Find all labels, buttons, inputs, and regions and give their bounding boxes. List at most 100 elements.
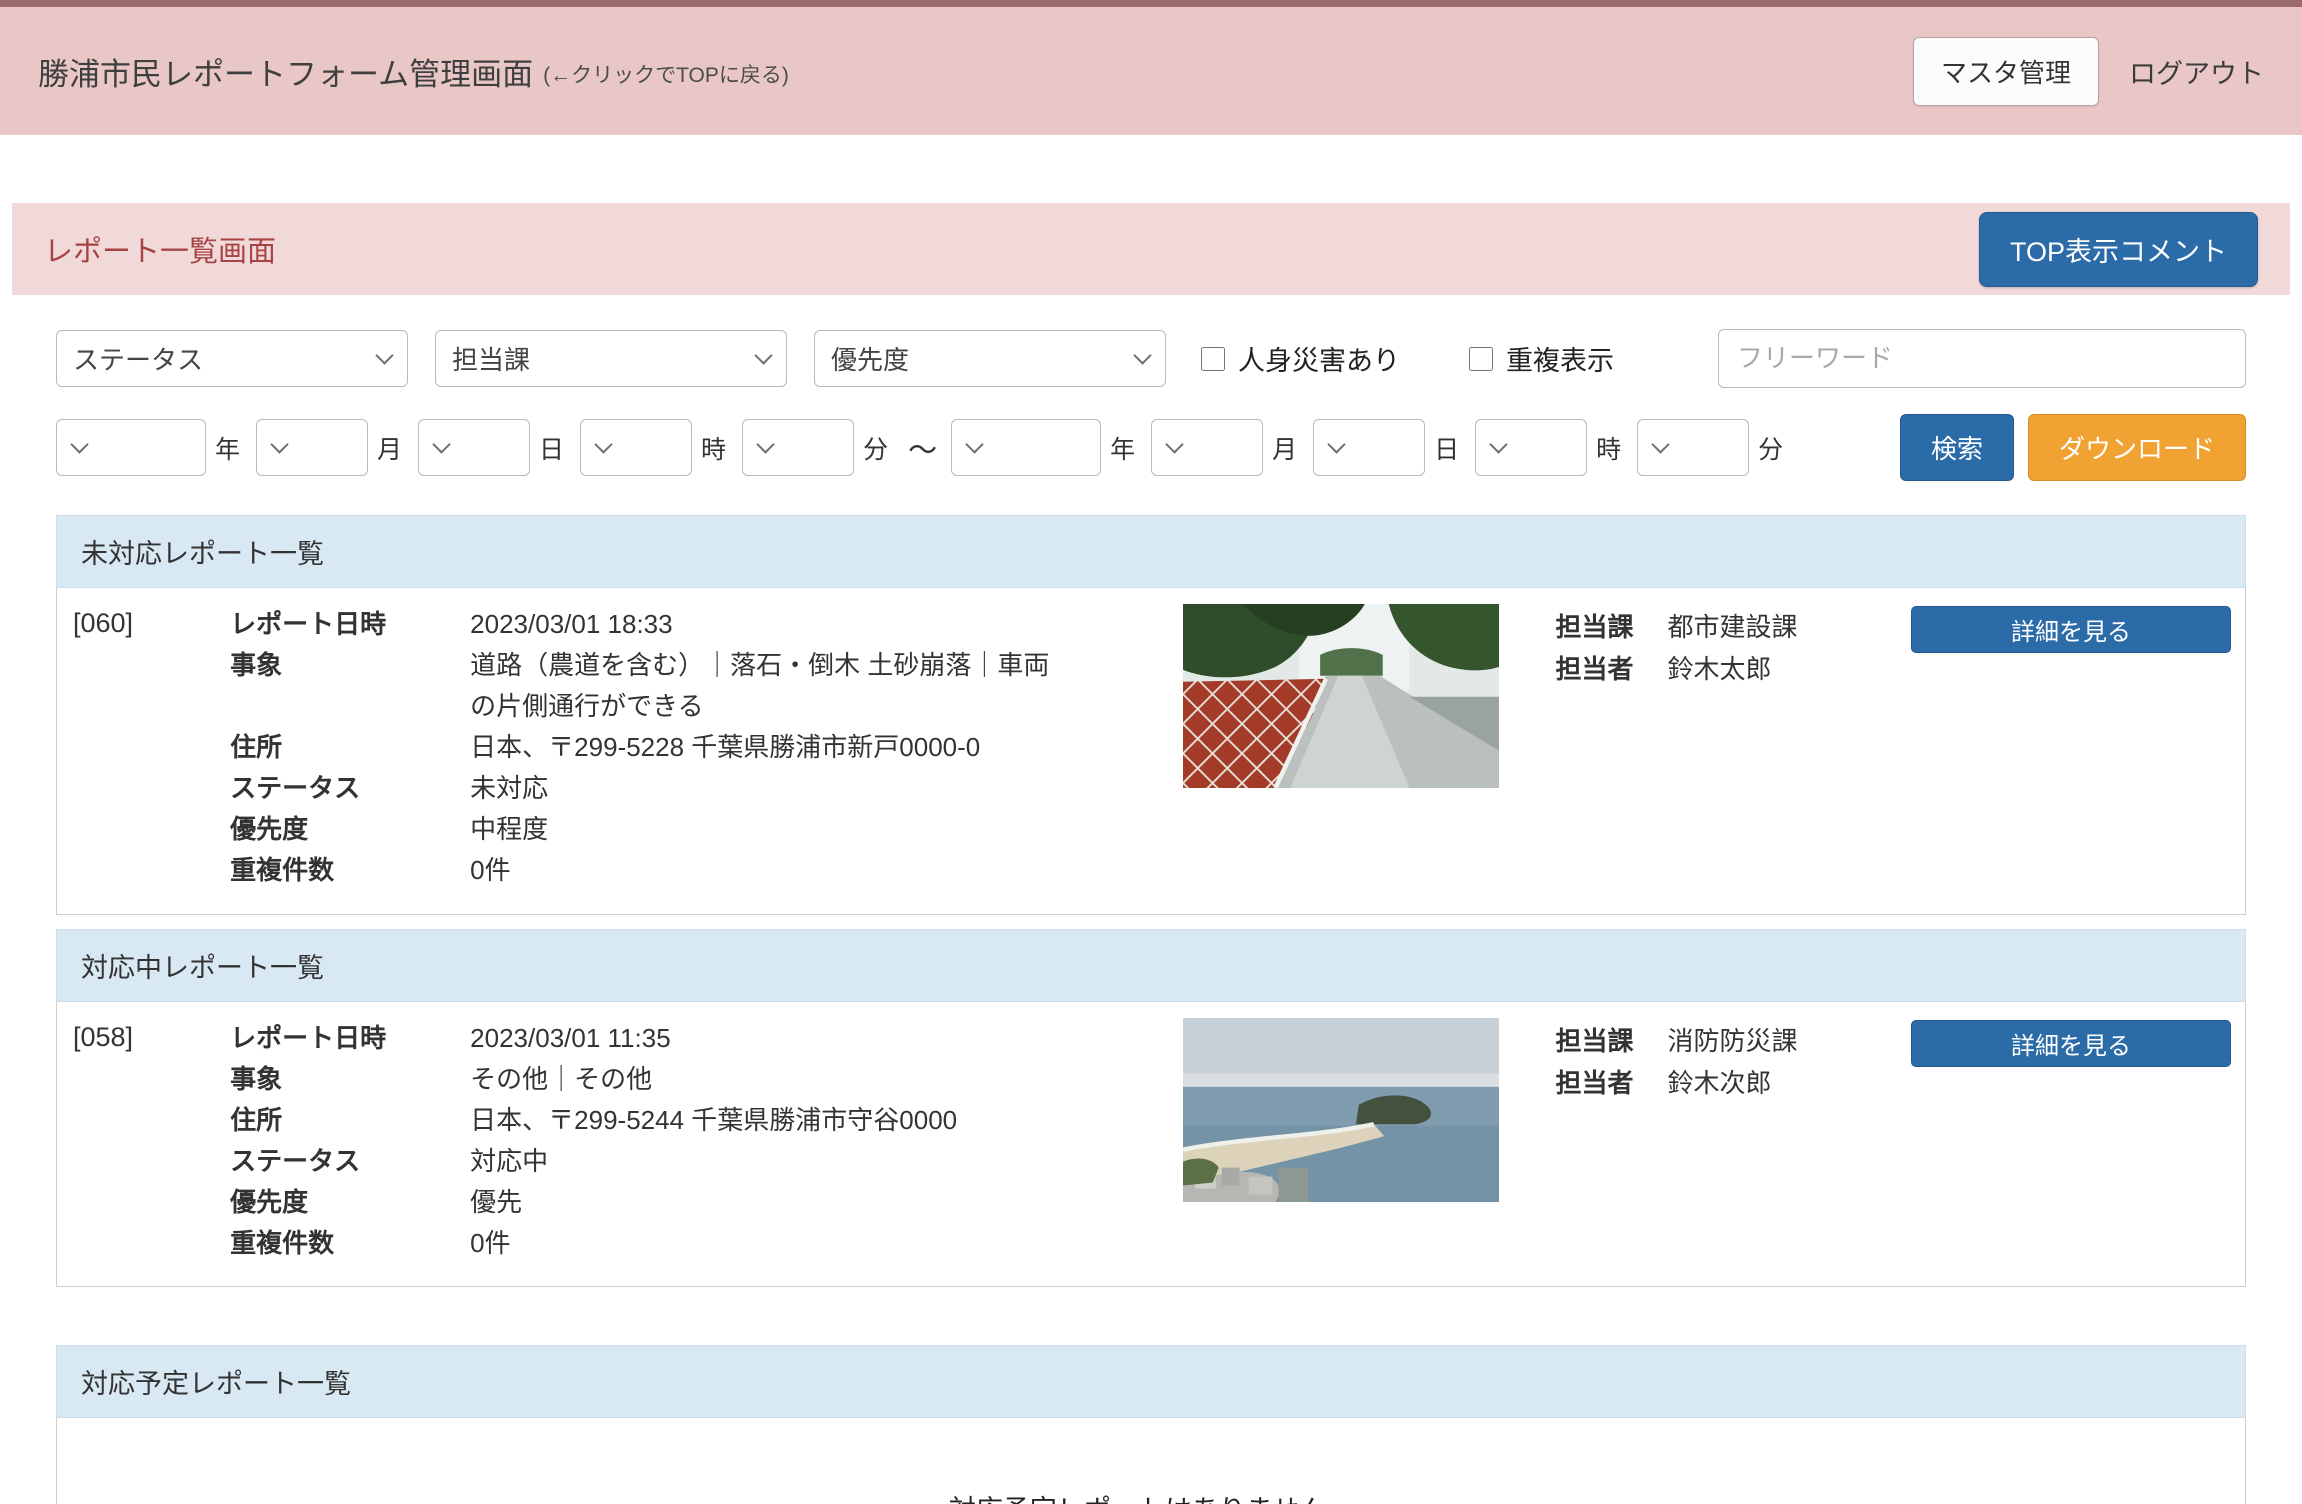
field-value: 2023/03/01 18:33 [470, 604, 1053, 645]
field-row: レポート日時 2023/03/01 11:35 [230, 1018, 1053, 1059]
report-id: [060] [73, 604, 230, 639]
field-value: 対応中 [470, 1141, 1053, 1182]
to-minute-unit: 分 [1758, 430, 1783, 466]
filter-row-2: 年 月 日 時 分 〜 年 月 日 時 分 検索 ダウンロード [56, 414, 2246, 481]
report-fields: レポート日時 2023/03/01 11:35 事象 その他｜その他 住所 日本… [230, 1018, 1053, 1264]
field-row: 重複件数 0件 [230, 850, 1053, 891]
detail-button[interactable]: 詳細を見る [1911, 1020, 2231, 1067]
assignee-block: 担当課 都市建設課 担当者 鈴木太郎 [1555, 604, 1911, 690]
field-label: ステータス [230, 1141, 470, 1182]
field-label: 重複件数 [230, 850, 470, 891]
priority-select-label: 優先度 [831, 340, 909, 377]
chevron-down-icon [1327, 435, 1345, 453]
to-year-unit: 年 [1110, 430, 1135, 466]
from-minute-select[interactable] [742, 419, 854, 476]
top-comment-button[interactable]: TOP表示コメント [1979, 212, 2258, 287]
field-row: 住所 日本、〒299-5244 千葉県勝浦市守谷0000 [230, 1100, 1053, 1141]
detail-button[interactable]: 詳細を見る [1911, 606, 2231, 653]
download-button[interactable]: ダウンロード [2028, 414, 2246, 481]
field-value: 未対応 [470, 768, 1053, 809]
beach-photo [1183, 1018, 1499, 1202]
to-month-unit: 月 [1272, 430, 1297, 466]
logout-link[interactable]: ログアウト [2129, 52, 2264, 91]
department-label: 担当課 [1555, 606, 1667, 648]
department-value: 消防防災課 [1667, 1020, 1797, 1062]
department-select[interactable]: 担当課 [435, 330, 787, 387]
from-month-unit: 月 [377, 430, 402, 466]
app-title-hint: (←クリックでTOPに戻る) [543, 53, 789, 89]
to-month-select[interactable] [1151, 419, 1263, 476]
field-value: その他｜その他 [470, 1059, 1053, 1100]
field-label: 事象 [230, 645, 470, 727]
injury-checkbox[interactable] [1201, 347, 1225, 371]
to-hour-unit: 時 [1596, 430, 1621, 466]
status-select[interactable]: ステータス [56, 330, 408, 387]
field-label: ステータス [230, 768, 470, 809]
field-value: 中程度 [470, 809, 1053, 850]
section-title: 対応予定レポート一覧 [56, 1345, 2246, 1418]
field-value: 2023/03/01 11:35 [470, 1018, 1053, 1059]
field-row: 住所 日本、〒299-5228 千葉県勝浦市新戸0000-0 [230, 727, 1053, 768]
duplicate-checkbox-label: 重複表示 [1506, 339, 1614, 378]
app-title-link[interactable]: 勝浦市民レポートフォーム管理画面 [38, 49, 533, 94]
assignee-block: 担当課 消防防災課 担当者 鈴木次郎 [1555, 1018, 1911, 1104]
field-label: レポート日時 [230, 1018, 470, 1059]
panel-title: レポート一覧画面 [44, 228, 276, 270]
duplicate-checkbox-group[interactable]: 重複表示 [1469, 339, 1614, 378]
field-row: 重複件数 0件 [230, 1223, 1053, 1264]
priority-select[interactable]: 優先度 [814, 330, 1166, 387]
report-list-panel: レポート一覧画面 TOP表示コメント ステータス 担当課 優先度 人身災害あり [12, 203, 2290, 1504]
person-label: 担当者 [1555, 1062, 1667, 1104]
to-hour-select[interactable] [1475, 419, 1587, 476]
to-day-select[interactable] [1313, 419, 1425, 476]
master-management-button[interactable]: マスタ管理 [1913, 37, 2099, 106]
chevron-down-icon [754, 346, 772, 364]
field-row: 事象 道路（農道を含む）｜落石・倒木 土砂崩落｜車両の片側通行ができる [230, 645, 1053, 727]
field-value: 0件 [470, 850, 1053, 891]
field-label: 住所 [230, 1100, 470, 1141]
assignee-row: 担当課 都市建設課 [1555, 606, 1911, 648]
filter-area: ステータス 担当課 優先度 人身災害あり 重複表示 [12, 295, 2290, 481]
assignee-row: 担当課 消防防災課 [1555, 1020, 1911, 1062]
chevron-down-icon [1133, 346, 1151, 364]
field-value: 優先 [470, 1182, 1053, 1223]
search-button[interactable]: 検索 [1900, 414, 2014, 481]
report-row: [058] レポート日時 2023/03/01 11:35 事象 その他｜その他… [56, 1002, 2246, 1287]
field-label: 住所 [230, 727, 470, 768]
from-hour-select[interactable] [580, 419, 692, 476]
person-label: 担当者 [1555, 648, 1667, 690]
empty-message: 対応予定レポートはありません。 [56, 1418, 2246, 1504]
section-in-progress: 対応中レポート一覧 [058] レポート日時 2023/03/01 11:35 … [56, 929, 2246, 1287]
to-year-select[interactable] [951, 419, 1101, 476]
field-label: レポート日時 [230, 604, 470, 645]
from-year-unit: 年 [215, 430, 240, 466]
panel-header: レポート一覧画面 TOP表示コメント [12, 203, 2290, 295]
from-year-select[interactable] [56, 419, 206, 476]
from-month-select[interactable] [256, 419, 368, 476]
field-label: 優先度 [230, 809, 470, 850]
field-value: 道路（農道を含む）｜落石・倒木 土砂崩落｜車両の片側通行ができる [470, 645, 1053, 727]
field-value: 日本、〒299-5228 千葉県勝浦市新戸0000-0 [470, 727, 1053, 768]
field-value: 日本、〒299-5244 千葉県勝浦市守谷0000 [470, 1100, 1053, 1141]
from-day-select[interactable] [418, 419, 530, 476]
from-day-unit: 日 [539, 430, 564, 466]
person-value: 鈴木次郎 [1667, 1062, 1771, 1104]
section-pending: 未対応レポート一覧 [060] レポート日時 2023/03/01 18:33 … [56, 515, 2246, 915]
field-row: 事象 その他｜その他 [230, 1059, 1053, 1100]
from-hour-unit: 時 [701, 430, 726, 466]
filter-row-1: ステータス 担当課 優先度 人身災害あり 重複表示 [56, 329, 2246, 388]
injury-checkbox-group[interactable]: 人身災害あり [1201, 339, 1400, 378]
chevron-down-icon [270, 435, 288, 453]
duplicate-checkbox[interactable] [1469, 347, 1493, 371]
keyword-input[interactable] [1718, 329, 2246, 388]
field-row: 優先度 優先 [230, 1182, 1053, 1223]
chevron-down-icon [1651, 435, 1669, 453]
department-select-label: 担当課 [452, 340, 530, 377]
report-row: [060] レポート日時 2023/03/01 18:33 事象 道路（農道を含… [56, 588, 2246, 915]
section-scheduled: 対応予定レポート一覧 対応予定レポートはありません。 [56, 1345, 2246, 1504]
to-minute-select[interactable] [1637, 419, 1749, 476]
field-row: レポート日時 2023/03/01 18:33 [230, 604, 1053, 645]
section-title: 未対応レポート一覧 [56, 515, 2246, 588]
chevron-down-icon [965, 435, 983, 453]
person-value: 鈴木太郎 [1667, 648, 1771, 690]
